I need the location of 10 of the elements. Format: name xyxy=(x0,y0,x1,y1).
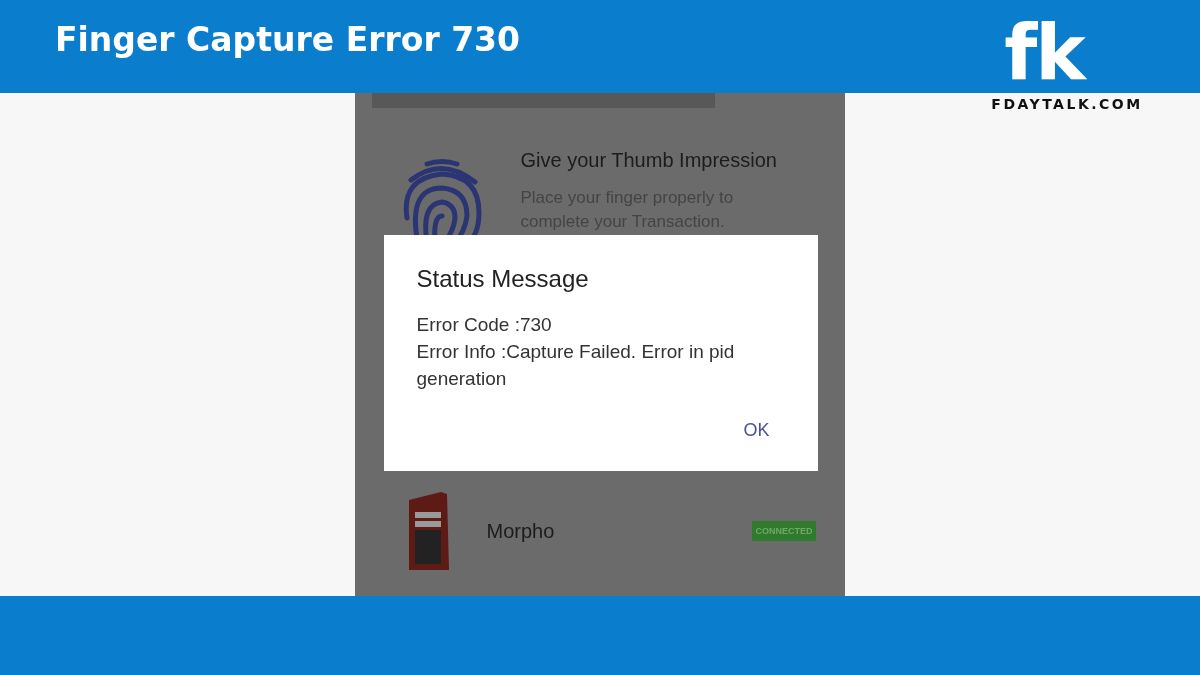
dialog-message: Error Code :730 xyxy=(416,313,553,337)
dialog-title: Status Message xyxy=(416,265,590,293)
ok-button[interactable]: OK xyxy=(733,416,788,445)
prompt-title: Give your Thumb Impression xyxy=(520,149,778,172)
device-name: Morpho xyxy=(486,519,556,543)
status-badge: CONNECTED xyxy=(752,521,816,541)
page-title: Finger Capture Error 730 xyxy=(55,20,521,59)
dialog-message: Error Info :Capture Failed. Error in pid generation xyxy=(416,340,736,391)
logo-mark: fk xyxy=(1004,14,1084,92)
site-name: FDAYTALK.COM xyxy=(991,96,1143,112)
